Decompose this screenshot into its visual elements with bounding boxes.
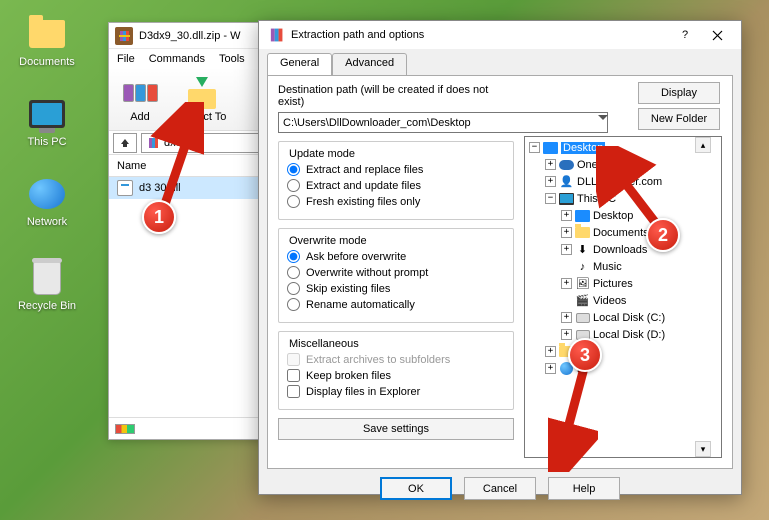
tree-item[interactable]: +s bbox=[527, 343, 719, 360]
dll-file-icon bbox=[117, 180, 133, 196]
step-badge-3: 3 bbox=[568, 338, 602, 372]
desktop-label: Recycle Bin bbox=[12, 300, 82, 312]
dialog-action-buttons: OK Cancel Help bbox=[259, 469, 741, 508]
step-arrow-1 bbox=[144, 102, 204, 212]
expand-icon[interactable]: + bbox=[545, 176, 556, 187]
tree-disk-d[interactable]: +Local Disk (D:) bbox=[527, 326, 719, 343]
check-subfolders[interactable]: Extract archives to subfolders bbox=[287, 353, 505, 366]
new-folder-button[interactable]: New Folder bbox=[638, 108, 720, 130]
expand-icon[interactable]: − bbox=[529, 142, 540, 153]
menu-file[interactable]: File bbox=[117, 53, 135, 65]
menu-commands[interactable]: Commands bbox=[149, 53, 205, 65]
help-button[interactable]: ? bbox=[669, 21, 701, 49]
update-mode-group: Update mode Extract and replace files Ex… bbox=[278, 141, 514, 220]
expand-icon[interactable]: + bbox=[545, 159, 556, 170]
radio-rename-auto[interactable]: Rename automatically bbox=[287, 298, 505, 311]
radio-ask-overwrite[interactable]: Ask before overwrite bbox=[287, 250, 505, 263]
scroll-down-icon[interactable]: ▾ bbox=[695, 441, 711, 457]
check-display-explorer[interactable]: Display files in Explorer bbox=[287, 385, 505, 398]
dialog-titlebar[interactable]: Extraction path and options ? bbox=[259, 21, 741, 49]
winrar-dialog-icon bbox=[267, 26, 285, 44]
update-mode-title: Update mode bbox=[287, 148, 505, 160]
network-icon bbox=[27, 174, 67, 214]
status-bar-icon bbox=[115, 424, 135, 434]
desktop-documents[interactable]: Documents bbox=[12, 14, 82, 68]
tab-advanced[interactable]: Advanced bbox=[332, 53, 407, 75]
expand-icon[interactable]: + bbox=[561, 329, 572, 340]
cancel-button[interactable]: Cancel bbox=[464, 477, 536, 500]
pc-icon bbox=[27, 94, 67, 134]
tree-pictures[interactable]: +🖼Pictures bbox=[527, 275, 719, 292]
desktop-network[interactable]: Network bbox=[12, 174, 82, 228]
overwrite-mode-group: Overwrite mode Ask before overwrite Over… bbox=[278, 228, 514, 323]
expand-icon[interactable]: + bbox=[561, 210, 572, 221]
winrar-app-icon bbox=[115, 27, 133, 45]
close-button[interactable] bbox=[701, 21, 733, 49]
tree-videos[interactable]: 🎬Videos bbox=[527, 292, 719, 309]
destination-path-input[interactable] bbox=[278, 112, 608, 133]
tree-downloads[interactable]: +⬇Downloads bbox=[527, 241, 719, 258]
expand-icon[interactable]: + bbox=[545, 346, 556, 357]
folder-icon bbox=[575, 208, 590, 223]
help-button[interactable]: Help bbox=[548, 477, 620, 500]
step-badge-1: 1 bbox=[142, 200, 176, 234]
desktop-label: This PC bbox=[12, 136, 82, 148]
destination-label: Destination path (will be created if doe… bbox=[278, 84, 514, 108]
collapse-icon[interactable]: − bbox=[545, 193, 556, 204]
folder-icon bbox=[575, 225, 590, 240]
onedrive-icon bbox=[559, 157, 574, 172]
tree-music[interactable]: ♪Music bbox=[527, 258, 719, 275]
check-keep-broken[interactable]: Keep broken files bbox=[287, 369, 505, 382]
radio-extract-update[interactable]: Extract and update files bbox=[287, 179, 505, 192]
step-arrow-3 bbox=[548, 362, 598, 472]
recycle-icon bbox=[27, 258, 67, 298]
desktop-icon bbox=[543, 140, 558, 155]
expand-icon[interactable]: + bbox=[561, 312, 572, 323]
videos-icon: 🎬 bbox=[575, 293, 590, 308]
tab-general[interactable]: General bbox=[267, 53, 332, 75]
radio-overwrite-noprompt[interactable]: Overwrite without prompt bbox=[287, 266, 505, 279]
tree-disk-c[interactable]: +Local Disk (C:) bbox=[527, 309, 719, 326]
expand-icon[interactable]: + bbox=[561, 227, 572, 238]
dialog-tabs: General Advanced bbox=[259, 49, 741, 75]
up-folder-button[interactable] bbox=[113, 133, 137, 153]
radio-fresh-only[interactable]: Fresh existing files only bbox=[287, 195, 505, 208]
desktop-label: Network bbox=[12, 216, 82, 228]
thispc-icon bbox=[559, 191, 574, 206]
misc-title: Miscellaneous bbox=[287, 338, 505, 350]
download-icon: ⬇ bbox=[575, 242, 590, 257]
scroll-up-icon[interactable]: ▴ bbox=[695, 137, 711, 153]
display-button[interactable]: Display bbox=[638, 82, 720, 104]
winrar-title-text: D3dx9_30.dll.zip - W bbox=[139, 30, 241, 42]
user-icon: 👤 bbox=[559, 174, 574, 189]
radio-extract-replace[interactable]: Extract and replace files bbox=[287, 163, 505, 176]
folder-icon bbox=[27, 14, 67, 54]
dialog-title-text: Extraction path and options bbox=[291, 29, 669, 41]
disk-icon bbox=[575, 310, 590, 325]
expand-icon[interactable]: + bbox=[561, 278, 572, 289]
desktop-recyclebin[interactable]: Recycle Bin bbox=[12, 258, 82, 312]
overwrite-mode-title: Overwrite mode bbox=[287, 235, 505, 247]
extraction-dialog: Extraction path and options ? General Ad… bbox=[258, 20, 742, 495]
ok-button[interactable]: OK bbox=[380, 477, 452, 500]
dropdown-icon[interactable] bbox=[598, 115, 608, 120]
expand-icon[interactable]: + bbox=[561, 244, 572, 255]
desktop-thispc[interactable]: This PC bbox=[12, 94, 82, 148]
misc-group: Miscellaneous Extract archives to subfol… bbox=[278, 331, 514, 410]
music-icon: ♪ bbox=[575, 259, 590, 274]
col-name: Name bbox=[117, 160, 146, 172]
pictures-icon: 🖼 bbox=[575, 276, 590, 291]
radio-skip-existing[interactable]: Skip existing files bbox=[287, 282, 505, 295]
desktop-label: Documents bbox=[12, 56, 82, 68]
menu-tools[interactable]: Tools bbox=[219, 53, 245, 65]
save-settings-button[interactable]: Save settings bbox=[278, 418, 514, 440]
tab-pane-general: Destination path (will be created if doe… bbox=[267, 75, 733, 469]
step-badge-2: 2 bbox=[646, 218, 680, 252]
